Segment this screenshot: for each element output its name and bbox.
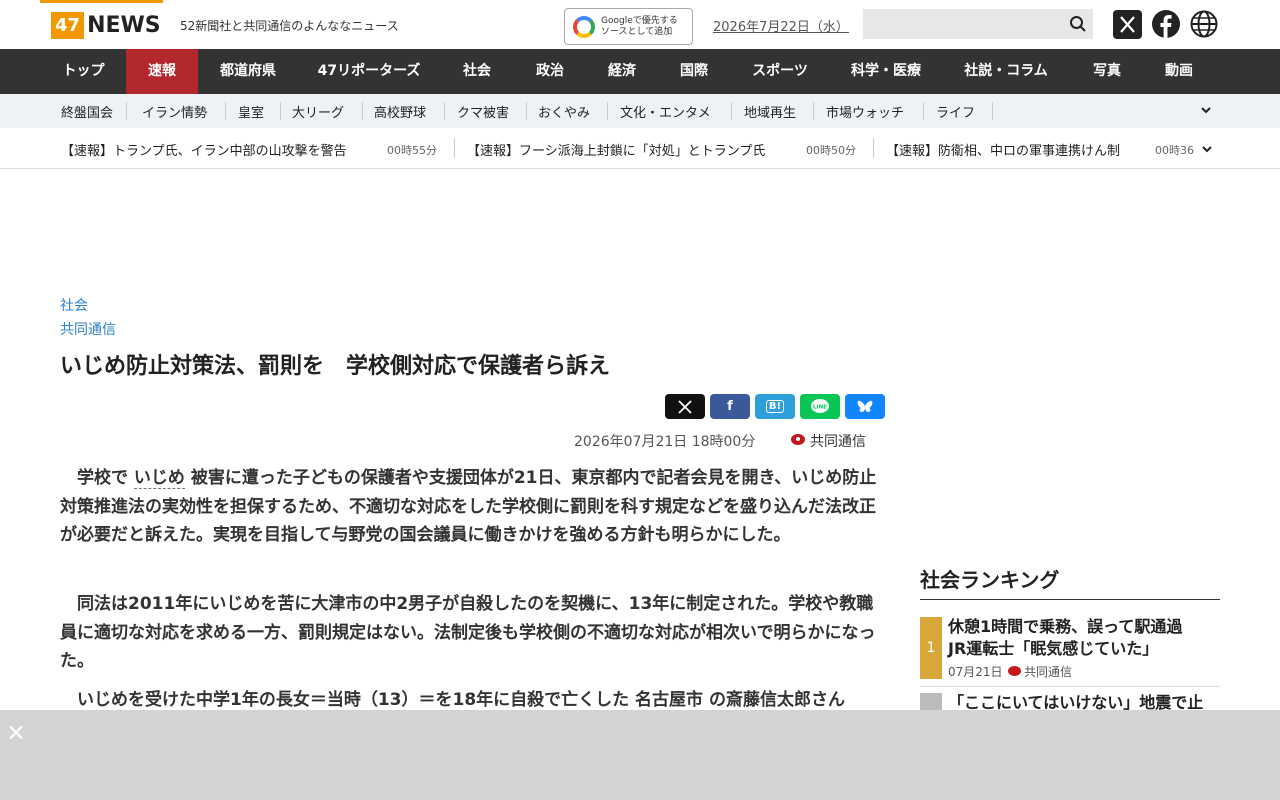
text-span: 同法は2011年にいじめを苦に大津市の中2男子が自殺したのを契機に、13年に制定… — [60, 594, 876, 671]
text-span: いじめを受けた中学1年の長女＝当時（13）＝を18年に自殺で亡くした 名古屋市 … — [77, 690, 845, 710]
divider — [992, 102, 993, 120]
google-button-line2: ソースとして追加 — [601, 26, 673, 37]
divider — [873, 138, 874, 158]
text-span: 学校で — [77, 468, 134, 488]
share-bluesky-button[interactable] — [845, 394, 885, 419]
nav-item-society[interactable]: 社会 — [440, 49, 514, 94]
site-header: 47 NEWS 52新聞社と共同通信のよんななニュース Googleで優先する … — [0, 0, 1280, 49]
nav-item-editorials[interactable]: 社説・コラム — [942, 49, 1070, 94]
chevron-down-icon[interactable] — [1200, 142, 1214, 156]
google-button-line1: Googleで優先する — [601, 15, 678, 26]
ticker-headline[interactable]: 【速報】フーシ派海上封鎖に「対処」とトランプ氏 — [467, 140, 765, 159]
share-line-button[interactable]: LINE — [800, 394, 840, 419]
nav-item-top[interactable]: トップ — [41, 49, 126, 94]
topic-item[interactable]: おくやみ — [538, 102, 590, 121]
ranking-rule — [920, 599, 1220, 600]
divider — [607, 102, 608, 120]
divider — [813, 102, 814, 120]
site-logo[interactable]: 47 NEWS — [51, 12, 161, 39]
x-twitter-icon[interactable] — [1113, 10, 1142, 39]
ranking-item-title[interactable]: 休憩1時間で乗務、誤って駅通過 JR運転士「眠気感じていた」 — [948, 616, 1220, 660]
ranking-title-line: JR運転士「眠気感じていた」 — [948, 639, 1159, 658]
bottom-ad-banner[interactable] — [0, 710, 1280, 800]
topic-item[interactable]: イラン情勢 — [142, 102, 207, 121]
topic-item[interactable]: 地域再生 — [744, 102, 796, 121]
divider — [731, 102, 732, 120]
ranking-item-source: 共同通信 — [1024, 665, 1073, 679]
line-icon-label: LINE — [813, 404, 827, 410]
kyodo-logo-icon — [1008, 666, 1021, 676]
ticker-time: 00時36 — [1155, 144, 1194, 157]
nav-item-sports[interactable]: スポーツ — [730, 49, 830, 94]
google-icon — [573, 15, 595, 38]
ranking-number: 1 — [920, 617, 942, 679]
topic-item[interactable]: クマ被害 — [457, 102, 509, 121]
ranking-title-line: 休憩1時間で乗務、誤って駅通過 — [948, 617, 1183, 636]
facebook-icon: f — [727, 399, 733, 414]
ticker-headline[interactable]: 【速報】トランプ氏、イラン中部の山攻撃を警告 — [61, 140, 347, 159]
google-preferred-source-button[interactable]: Googleで優先する ソースとして追加 — [564, 8, 693, 45]
kyodo-logo-icon — [791, 434, 805, 445]
search-icon[interactable] — [1069, 15, 1087, 33]
x-twitter-icon — [678, 399, 692, 414]
divider — [923, 102, 924, 120]
logo-accent-bar — [40, 0, 163, 3]
hatena-bookmark-icon: B! — [765, 400, 785, 413]
article-title: いじめ防止対策法、罰則を 学校側対応で保護者ら訴え — [60, 354, 611, 379]
nav-item-international[interactable]: 国際 — [658, 49, 730, 94]
globe-icon[interactable] — [1190, 10, 1218, 38]
divider — [280, 102, 281, 120]
divider — [362, 102, 363, 120]
topic-item[interactable]: 文化・エンタメ — [620, 102, 711, 121]
logo-word: NEWS — [87, 13, 161, 38]
article-paragraph: 学校で いじめ 被害に遭った子どもの保護者や支援団体が21日、東京都内で記者会見… — [60, 464, 888, 550]
ticker-headline[interactable]: 【速報】防衛相、中ロの軍事連携けん制 — [886, 140, 1120, 159]
ticker-time: 00時50分 — [806, 144, 856, 157]
topic-item[interactable]: 市場ウォッチ — [826, 102, 904, 121]
keyword-link-ijime[interactable]: いじめ — [133, 468, 185, 489]
ticker-time: 00時55分 — [387, 144, 437, 157]
article-category[interactable]: 社会 — [60, 295, 88, 315]
article-source-link[interactable]: 共同通信 — [60, 319, 116, 339]
nav-item-science[interactable]: 科学・医療 — [830, 49, 942, 94]
nav-item-prefectures[interactable]: 都道府県 — [198, 49, 298, 94]
logo-number: 47 — [51, 12, 85, 39]
divider — [126, 102, 127, 120]
divider — [920, 686, 1220, 687]
ranking-item-date: 07月21日 — [948, 665, 1003, 679]
nav-item-breaking[interactable]: 速報 — [126, 49, 198, 94]
divider — [444, 102, 445, 120]
ranking-title: 社会ランキング — [920, 568, 1060, 592]
site-tagline: 52新聞社と共同通信のよんななニュース — [180, 19, 399, 33]
divider — [454, 138, 455, 158]
nav-item-47reporters[interactable]: 47リポーターズ — [298, 49, 440, 94]
facebook-icon[interactable] — [1152, 10, 1180, 38]
topic-item[interactable]: 大リーグ — [292, 102, 344, 121]
chevron-down-icon[interactable] — [1199, 103, 1213, 117]
header-date[interactable]: 2026年7月22日（水） — [713, 16, 849, 35]
article-source: 共同通信 — [810, 434, 866, 450]
topic-item[interactable]: 終盤国会 — [61, 102, 113, 121]
breaking-news-ticker: 【速報】トランプ氏、イラン中部の山攻撃を警告 00時55分 【速報】フーシ派海上… — [0, 128, 1280, 169]
topic-item[interactable]: 皇室 — [238, 102, 264, 121]
main-nav: トップ 速報 都道府県 47リポーターズ 社会 政治 経済 国際 スポーツ 科学… — [0, 49, 1280, 94]
topic-item[interactable]: 高校野球 — [374, 102, 426, 121]
nav-item-economy[interactable]: 経済 — [586, 49, 658, 94]
nav-item-politics[interactable]: 政治 — [514, 49, 586, 94]
nav-item-photos[interactable]: 写真 — [1070, 49, 1144, 94]
line-icon: LINE — [811, 398, 829, 413]
share-x-button[interactable] — [665, 394, 705, 419]
share-hatena-button[interactable]: B! — [755, 394, 795, 419]
topic-nav: 終盤国会 イラン情勢 皇室 大リーグ 高校野球 クマ被害 おくやみ 文化・エンタ… — [0, 94, 1280, 128]
nav-item-videos[interactable]: 動画 — [1144, 49, 1214, 94]
share-facebook-button[interactable]: f — [710, 394, 750, 419]
article-date: 2026年07月21日 18時00分 — [574, 434, 756, 450]
topic-item[interactable]: ライフ — [936, 102, 975, 121]
bluesky-icon — [857, 400, 873, 412]
article-paragraph: 同法は2011年にいじめを苦に大津市の中2男子が自殺したのを契機に、13年に制定… — [60, 590, 888, 676]
divider — [225, 102, 226, 120]
divider — [526, 102, 527, 120]
search-input[interactable] — [863, 9, 1093, 39]
close-icon[interactable]: × — [6, 720, 26, 744]
